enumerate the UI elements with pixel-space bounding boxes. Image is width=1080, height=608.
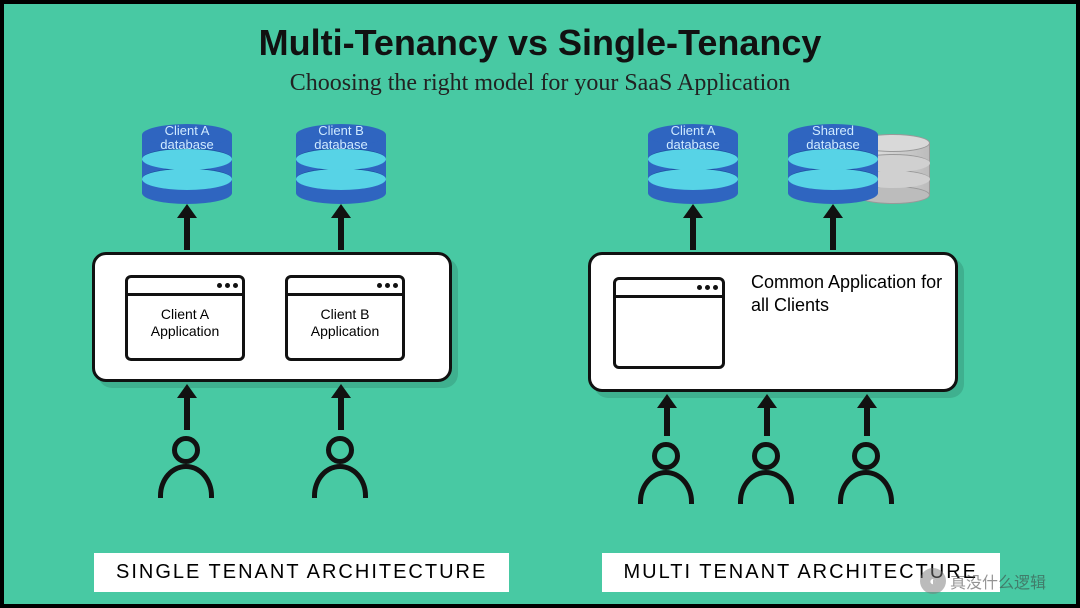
app-a-label: Client A Application <box>128 296 242 340</box>
watermark-logo-icon: ◐ <box>920 568 946 594</box>
page-subtitle: Choosing the right model for your SaaS A… <box>4 70 1076 97</box>
database-client-b-label: Client Bdatabase <box>296 122 386 153</box>
diagram-columns: Client Adatabase Client Bdatabase Client… <box>4 124 1076 544</box>
multi-tenant-column: Client Adatabase Shareddatabase Common A… <box>578 124 1008 544</box>
database-shared-icon: Shareddatabase <box>788 124 878 204</box>
page-title: Multi-Tenancy vs Single-Tenancy <box>4 4 1076 64</box>
single-app-panel: Client A Application Client B Applicatio… <box>92 252 452 382</box>
app-window-client-a: Client A Application <box>125 275 245 361</box>
arrow-up-icon <box>764 406 770 436</box>
single-tenant-footer-label: SINGLE TENANT ARCHITECTURE <box>94 553 509 592</box>
user-icon <box>838 442 894 504</box>
arrow-up-icon <box>184 216 190 250</box>
user-icon <box>158 436 214 498</box>
database-shared-label: Shareddatabase <box>788 122 878 153</box>
watermark: ◐ 真没什么逻辑 <box>920 568 1046 594</box>
arrow-up-icon <box>664 406 670 436</box>
arrow-up-icon <box>338 216 344 250</box>
app-window-client-b: Client B Application <box>285 275 405 361</box>
arrow-up-icon <box>864 406 870 436</box>
app-window-common <box>613 277 725 369</box>
database-client-a-multi-icon: Client Adatabase <box>648 124 738 204</box>
user-icon <box>638 442 694 504</box>
arrow-up-icon <box>184 396 190 430</box>
app-b-label: Client B Application <box>288 296 402 340</box>
arrow-up-icon <box>338 396 344 430</box>
arrow-up-icon <box>690 216 696 250</box>
user-icon <box>312 436 368 498</box>
single-tenant-column: Client Adatabase Client Bdatabase Client… <box>72 124 502 544</box>
arrow-up-icon <box>830 216 836 250</box>
database-client-a-icon: Client Adatabase <box>142 124 232 204</box>
common-app-label: Common Application for all Clients <box>751 271 951 318</box>
user-icon <box>738 442 794 504</box>
database-client-b-icon: Client Bdatabase <box>296 124 386 204</box>
watermark-text: 真没什么逻辑 <box>950 569 1046 593</box>
database-client-a-multi-label: Client Adatabase <box>648 122 738 153</box>
database-client-a-label: Client Adatabase <box>142 122 232 153</box>
multi-app-panel: Common Application for all Clients <box>588 252 958 392</box>
